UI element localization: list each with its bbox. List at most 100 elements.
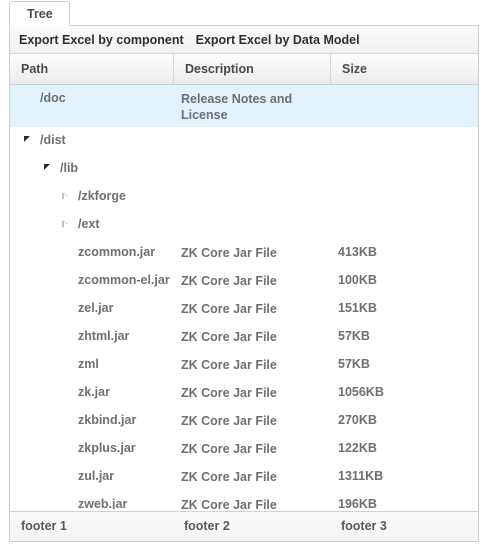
tree-row-path-wrap: /doc: [10, 91, 173, 107]
tree-row-path-wrap: zel.jar: [10, 301, 173, 317]
tree-row-size-cell: 57KB: [338, 329, 370, 343]
tree-row[interactable]: zkplus.jar ZK Core Jar File 122KB: [10, 435, 478, 463]
tab-tree-label: Tree: [27, 7, 53, 21]
tree-row-path-cell: zk.jar: [10, 379, 173, 401]
tree-row-description-cell: ZK Core Jar File: [181, 442, 277, 456]
tree-row-description-cell: ZK Core Jar File: [181, 358, 277, 372]
tree-row-description-cell: [173, 183, 330, 189]
tree-row-size-cell: 196KB: [338, 497, 377, 509]
tree-row[interactable]: /ext: [10, 211, 478, 239]
tree-row-path-label: /doc: [40, 91, 66, 105]
tree-row-size-cell: 270KB: [338, 413, 377, 427]
column-header-description-label: Description: [185, 62, 254, 76]
tree-row-path-wrap: /lib: [10, 161, 173, 177]
export-excel-by-component-label: Export Excel by component: [19, 32, 184, 47]
tree-panel: Export Excel by component Export Excel b…: [9, 26, 479, 542]
tree-row-description-cell: ZK Core Jar File: [181, 330, 277, 344]
tree-row-size-cell: [330, 211, 478, 217]
tabbox: Tree Export Excel by component Export Ex…: [9, 0, 479, 551]
tree-row-size-cell: 100KB: [338, 273, 377, 287]
tree-row[interactable]: /zkforge: [10, 183, 478, 211]
tree-row-description-cell: ZK Core Jar File: [181, 470, 277, 484]
export-excel-by-component-button[interactable]: Export Excel by component: [15, 31, 189, 49]
tree-row-path-wrap: zweb.jar: [10, 497, 173, 509]
tree-row-description-cell: ZK Core Jar File: [181, 274, 277, 288]
app-root: Tree Export Excel by component Export Ex…: [0, 0, 500, 551]
tree-row[interactable]: zk.jar ZK Core Jar File 1056KB: [10, 379, 478, 407]
tree-row-path-label: /zkforge: [78, 189, 126, 203]
tree-body: /doc Release Notes and License/dist/lib/z…: [10, 85, 478, 509]
tree-row-description-cell: [173, 155, 330, 161]
tree-row-path-wrap: zkplus.jar: [10, 441, 173, 457]
tree-footer-row: footer 1 footer 2 footer 3: [10, 511, 478, 541]
tree-row[interactable]: /dist: [10, 127, 478, 155]
tree-row[interactable]: /lib: [10, 155, 478, 183]
column-header-size[interactable]: Size: [330, 54, 478, 84]
tree-row-description-cell: ZK Core Jar File: [181, 414, 277, 428]
tree-row-size-cell: [330, 155, 478, 161]
tree-row[interactable]: zml ZK Core Jar File 57KB: [10, 351, 478, 379]
tree-row[interactable]: zweb.jar ZK Core Jar File 196KB: [10, 491, 478, 509]
tree-row-size-cell: [330, 183, 478, 189]
tree-row[interactable]: zul.jar ZK Core Jar File 1311KB: [10, 463, 478, 491]
tree-row-path-cell: /dist: [10, 127, 173, 149]
tree-row[interactable]: zkbind.jar ZK Core Jar File 270KB: [10, 407, 478, 435]
tree-row-path-wrap: /zkforge: [10, 189, 173, 205]
footer-cell-1: footer 1: [10, 512, 173, 541]
tree-row-path-wrap: zml: [10, 357, 173, 373]
tree-row-path-wrap: zhtml.jar: [10, 329, 173, 345]
tree-row-path-cell: /ext: [10, 211, 173, 233]
tree-collapsed-arrow-icon[interactable]: [62, 220, 68, 228]
tree-row-size-cell: 1056KB: [338, 385, 384, 399]
tree-row-description-cell: [173, 211, 330, 217]
tree-row-path-label: zel.jar: [78, 301, 114, 315]
tab-strip: Tree: [9, 0, 479, 26]
tree-row-path-label: zweb.jar: [78, 497, 128, 509]
tree-row-path-wrap: zkbind.jar: [10, 413, 173, 429]
export-excel-by-data-model-label: Export Excel by Data Model: [195, 32, 360, 47]
tab-tree[interactable]: Tree: [9, 1, 70, 26]
tree-row-path-cell: zml: [10, 351, 173, 373]
tree-row-path-cell: zul.jar: [10, 463, 173, 485]
tree-row-size-cell: 151KB: [338, 301, 377, 315]
tree-row-path-cell: /doc: [10, 85, 173, 107]
tree-row-path-wrap: /dist: [10, 133, 173, 149]
tree-row-description-cell: ZK Core Jar File: [181, 302, 277, 316]
tree-row-path-cell: zkplus.jar: [10, 435, 173, 457]
tree-row-path-wrap: /ext: [10, 217, 173, 233]
tree-row-path-wrap: zul.jar: [10, 469, 173, 485]
tree-row-path-label: zcommon-el.jar: [78, 273, 170, 287]
tree-row-size-cell: 413KB: [338, 245, 377, 259]
footer-cell-2: footer 2: [173, 512, 330, 541]
column-header-description[interactable]: Description: [173, 54, 330, 84]
tree-row-path-cell: /lib: [10, 155, 173, 177]
footer-cell-3-label: footer 3: [341, 519, 387, 533]
tree-collapsed-arrow-icon[interactable]: [62, 192, 68, 200]
tree-row[interactable]: zhtml.jar ZK Core Jar File 57KB: [10, 323, 478, 351]
tree-row[interactable]: /doc Release Notes and License: [10, 85, 478, 127]
tree-row-path-label: zml: [78, 357, 99, 371]
tree-expanded-arrow-icon[interactable]: [44, 164, 50, 170]
tree-row-size-cell: 122KB: [338, 441, 377, 455]
tree-row-path-wrap: zcommon.jar: [10, 245, 173, 261]
tree-row-path-cell: zweb.jar: [10, 491, 173, 509]
tree-row-path-cell: /zkforge: [10, 183, 173, 205]
tree-row-path-label: /dist: [40, 133, 66, 147]
tree-row-path-label: zkbind.jar: [78, 413, 137, 427]
tree-row-path-label: /ext: [78, 217, 100, 231]
tree-row-path-cell: zkbind.jar: [10, 407, 173, 429]
tree-row-size-cell: 57KB: [338, 357, 370, 371]
tree-row-path-cell: zcommon-el.jar: [10, 267, 173, 289]
export-excel-by-data-model-button[interactable]: Export Excel by Data Model: [192, 31, 365, 49]
tree-expanded-arrow-icon[interactable]: [24, 136, 30, 142]
footer-cell-3: footer 3: [330, 512, 478, 541]
tree-row[interactable]: zcommon-el.jar ZK Core Jar File 100KB: [10, 267, 478, 295]
tree-row-path-label: zul.jar: [78, 469, 115, 483]
tree-row-description-cell: Release Notes and License: [181, 92, 293, 122]
tree-row[interactable]: zel.jar ZK Core Jar File 151KB: [10, 295, 478, 323]
tree-row-path-cell: zhtml.jar: [10, 323, 173, 345]
column-header-path-label: Path: [21, 62, 49, 76]
tree-row-path-label: /lib: [60, 161, 79, 175]
tree-row[interactable]: zcommon.jar ZK Core Jar File 413KB: [10, 239, 478, 267]
column-header-path[interactable]: Path: [10, 54, 173, 84]
